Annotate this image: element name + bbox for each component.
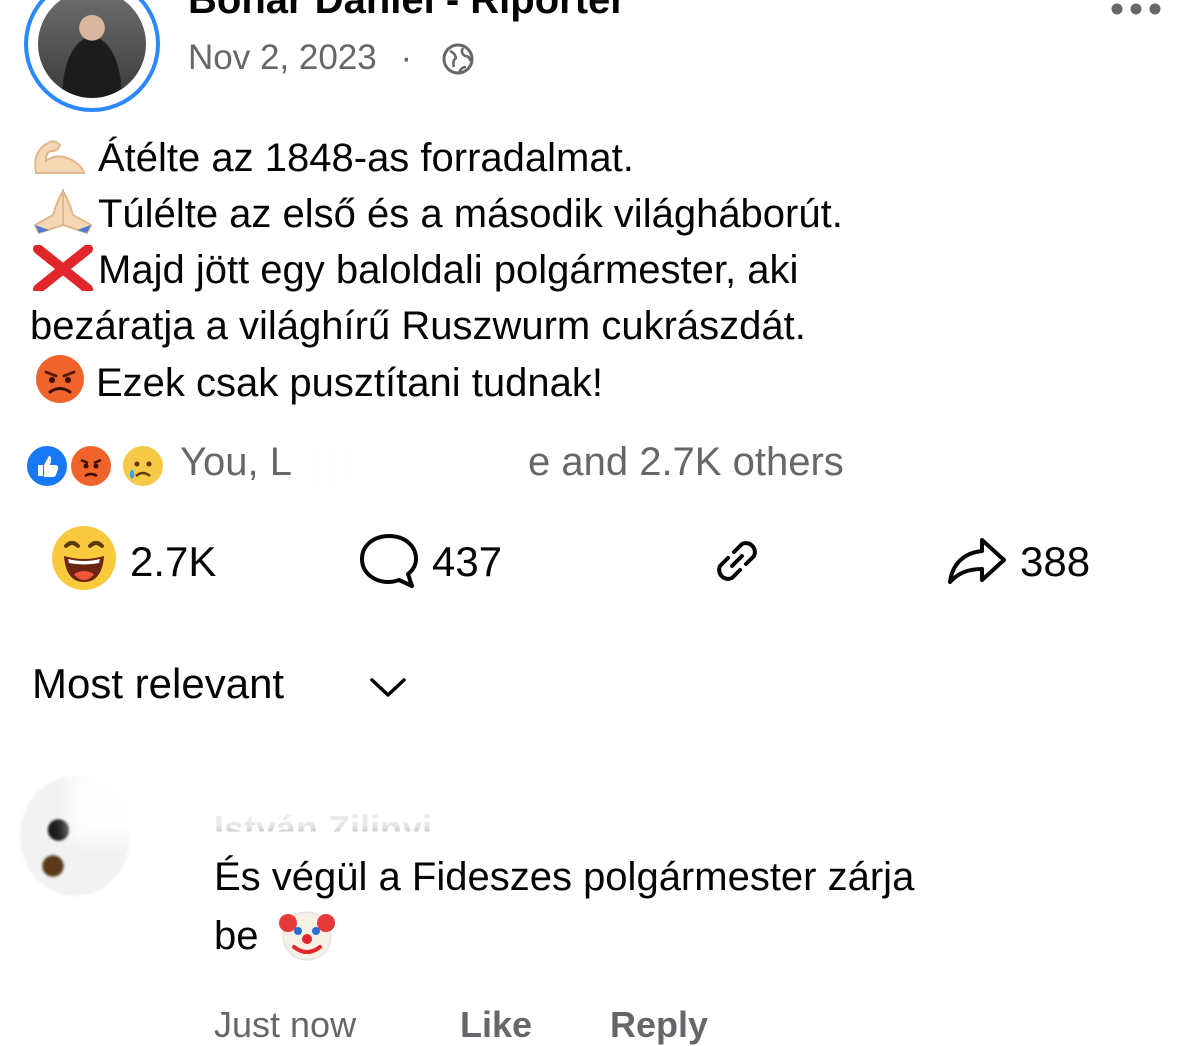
post-line-3-text: Majd jött egy baloldali polgármester, ak… [98, 248, 799, 292]
reaction-summary-start: You, L [180, 440, 292, 484]
reaction-count[interactable]: 2.7K [130, 538, 216, 586]
post-line-4-text: bezáratja a világhírű Ruszwurm cukrászdá… [30, 304, 806, 348]
like-icon [24, 443, 70, 489]
angry-face-icon [36, 355, 84, 403]
more-options-icon[interactable] [1110, 2, 1162, 16]
post-line-2-text: Túlélte az első és a második világháború… [98, 192, 843, 236]
sad-icon [120, 443, 166, 489]
reaction-summary-end: e and 2.7K others [527, 440, 844, 484]
post-line-1: Átélte az 1848-as forradalmat. [30, 130, 634, 186]
comment-sort-label[interactable]: Most relevant [32, 660, 284, 708]
flexed-biceps-icon [34, 140, 86, 174]
globe-icon [442, 43, 474, 75]
post-line-5: Ezek csak pusztítani tudnak! [30, 354, 603, 411]
post-line-5-text: Ezek csak pusztítani tudnak! [96, 361, 603, 405]
post-line-4: bezáratja a világhírű Ruszwurm cukrászdá… [30, 298, 806, 354]
post-line-3: Majd jött egy baloldali polgármester, ak… [30, 242, 798, 298]
comment-count[interactable]: 437 [432, 538, 502, 586]
redacted-commenter-blur [70, 770, 580, 840]
comment-text-line-2-text: be [214, 914, 259, 958]
redacted-name-blur [308, 440, 524, 490]
post-line-2: Túlélte az első és a második világháború… [30, 186, 843, 242]
share-count[interactable]: 388 [1020, 538, 1090, 586]
link-icon[interactable] [706, 530, 768, 592]
comment-reply-button[interactable]: Reply [610, 1004, 708, 1046]
comment-timestamp: Just now [214, 1004, 357, 1045]
clown-face-icon [278, 911, 335, 961]
comment-text-line-2: be [214, 905, 338, 964]
folded-hands-icon [33, 189, 93, 235]
date-separator: · [400, 38, 413, 77]
cross-mark-icon [33, 245, 93, 291]
laughing-reaction-icon[interactable] [50, 524, 118, 592]
comment-icon[interactable] [358, 532, 420, 590]
post-author-name[interactable]: Bonar Daniel - Riporter [188, 0, 626, 23]
comment-like-button[interactable]: Like [460, 1004, 532, 1046]
post-line-1-text: Átélte az 1848-as forradalmat. [98, 136, 634, 180]
chevron-down-icon[interactable] [368, 674, 408, 700]
share-icon[interactable] [946, 536, 1008, 586]
comment-text-line-1: És végül a Fideszes polgármester zárja [214, 855, 915, 899]
angry-icon [68, 443, 114, 489]
post-date-text[interactable]: Nov 2, 2023 [188, 38, 377, 77]
post-date[interactable]: Nov 2, 2023 · [188, 38, 412, 78]
